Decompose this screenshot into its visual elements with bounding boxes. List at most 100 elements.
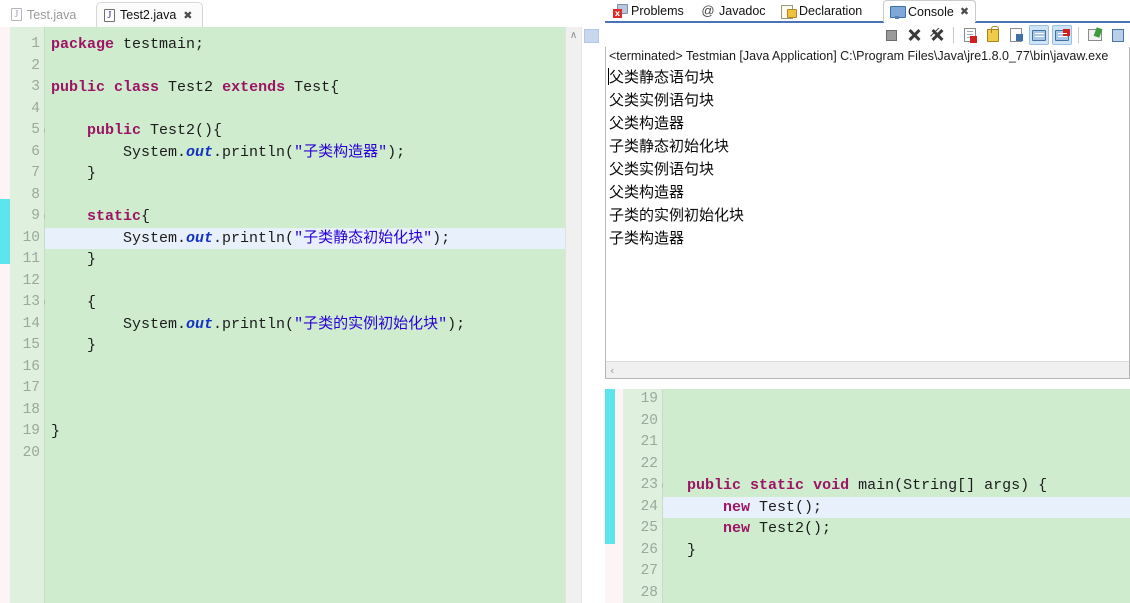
code-line[interactable] bbox=[45, 271, 600, 293]
editor-tab-bar: Test.java Test2.java ✖ bbox=[0, 0, 600, 27]
chevron-up-icon[interactable]: ∧ bbox=[566, 31, 581, 41]
line-number: 10 bbox=[22, 229, 40, 246]
scroll-lock-icon bbox=[987, 25, 999, 42]
terminate-button[interactable] bbox=[881, 25, 901, 45]
java-file-icon bbox=[104, 8, 115, 23]
source-editor-test-main[interactable]: 19 20 21 22 23 24 25 26 27 28 public static void … bbox=[605, 389, 1130, 603]
tab-javadoc[interactable]: @ Javadoc bbox=[695, 0, 772, 22]
code-line[interactable]: static{ bbox=[45, 206, 600, 228]
word-wrap-button[interactable] bbox=[1006, 25, 1026, 45]
pin-console-button[interactable] bbox=[1085, 25, 1105, 45]
code-line[interactable]: System.out.println("子类静态初始化块"); bbox=[45, 227, 600, 249]
line-number: 16 bbox=[22, 358, 40, 375]
code-line[interactable] bbox=[663, 583, 1130, 603]
line-number: 1 bbox=[31, 36, 40, 52]
editor-tab-label: Test2.java bbox=[120, 8, 177, 22]
source-editor-test2[interactable]: 1 2 3 4 5 6 7 8 9 10 11 12 13 14 15 16 17 18 19 20 package … bbox=[0, 27, 600, 603]
overview-marker bbox=[584, 29, 599, 43]
code-line[interactable] bbox=[663, 411, 1130, 433]
code-line[interactable]: package testmain; bbox=[45, 34, 600, 56]
code-line[interactable] bbox=[45, 99, 600, 121]
code-line[interactable] bbox=[663, 454, 1130, 476]
editor-vertical-scrollbar[interactable]: ∧ bbox=[565, 27, 581, 603]
line-number: 25 bbox=[640, 520, 658, 536]
code-line[interactable] bbox=[45, 443, 600, 465]
code-line[interactable]: System.out.println("子类的实例初始化块"); bbox=[45, 314, 600, 336]
line-number: 5 bbox=[10, 120, 53, 142]
close-icon[interactable]: ✖ bbox=[960, 6, 969, 17]
toolbar-separator bbox=[953, 27, 954, 43]
code-line[interactable]: } bbox=[663, 540, 1130, 562]
editor-code-area[interactable]: public static void main(String[] args) {… bbox=[663, 389, 1130, 603]
editor-marker-column[interactable] bbox=[0, 27, 10, 603]
code-line[interactable]: public static void main(String[] args) { bbox=[663, 475, 1130, 497]
line-number: 22 bbox=[640, 455, 658, 472]
tab-problems[interactable]: Problems bbox=[607, 0, 690, 22]
line-number: 13 bbox=[10, 292, 53, 314]
code-line[interactable] bbox=[45, 400, 600, 422]
console-line: 父类静态语句块 bbox=[609, 68, 715, 86]
code-line[interactable]: public Test2(){ bbox=[45, 120, 600, 142]
editor-code-area[interactable]: package testmain; public class Test2 exte… bbox=[45, 27, 600, 603]
clear-console-icon bbox=[964, 28, 977, 43]
chevron-left-icon[interactable]: ‹ bbox=[610, 363, 614, 378]
tab-label: Declaration bbox=[799, 4, 863, 18]
code-line[interactable]: System.out.println("子类构造器"); bbox=[45, 142, 600, 164]
console-output-lines: 父类静态语句块 父类实例语句块 父类构造器 子类静态初始化块 父类实例语句块 父类构造器子… bbox=[609, 66, 1129, 250]
change-marker-bar bbox=[0, 199, 10, 264]
tab-label: Console bbox=[908, 4, 954, 19]
console-icon bbox=[890, 5, 906, 19]
code-line[interactable] bbox=[45, 185, 600, 207]
code-line[interactable]: { bbox=[45, 292, 600, 314]
tab-label: Problems bbox=[631, 4, 684, 18]
code-line[interactable]: } bbox=[45, 421, 600, 443]
console-output-view[interactable]: <terminated> Testmian [Java Application]… bbox=[605, 47, 1130, 379]
tab-label: Javadoc bbox=[719, 4, 766, 18]
line-number: 2 bbox=[31, 57, 40, 74]
line-number: 3 bbox=[31, 79, 40, 95]
toolbar-separator bbox=[1078, 27, 1079, 43]
line-number: 19 bbox=[22, 423, 40, 439]
tab-declaration[interactable]: Declaration bbox=[775, 0, 868, 22]
editor-marker-column[interactable] bbox=[605, 389, 623, 603]
editor-tab-test-java[interactable]: Test.java bbox=[4, 2, 85, 27]
line-number: 7 bbox=[31, 165, 40, 181]
code-line[interactable] bbox=[663, 561, 1130, 583]
code-line[interactable]: } bbox=[45, 163, 600, 185]
editor-tab-test2-java[interactable]: Test2.java ✖ bbox=[96, 2, 203, 27]
line-number: 20 bbox=[22, 444, 40, 461]
eclipse-ide-window: Test.java Test2.java ✖ 12345678910111213… bbox=[0, 0, 1130, 603]
console-err-icon bbox=[1055, 28, 1070, 41]
code-line[interactable]: } bbox=[45, 335, 600, 357]
line-number: 4 bbox=[31, 100, 40, 117]
scroll-lock-button[interactable] bbox=[983, 25, 1003, 45]
line-number: 11 bbox=[22, 251, 40, 267]
code-line[interactable] bbox=[45, 378, 600, 400]
close-icon[interactable]: ✖ bbox=[183, 10, 192, 21]
line-number: 15 bbox=[22, 337, 40, 353]
console-toolbar bbox=[881, 23, 1128, 47]
remove-launch-button[interactable] bbox=[904, 25, 924, 45]
editor-overview-ruler[interactable] bbox=[581, 27, 600, 603]
show-console-on-output-button[interactable] bbox=[1029, 25, 1049, 45]
code-line[interactable] bbox=[663, 389, 1130, 411]
remove-all-terminated-button[interactable] bbox=[927, 25, 947, 45]
code-line[interactable]: } bbox=[45, 249, 600, 271]
stop-square-icon bbox=[885, 29, 897, 41]
tab-console[interactable]: Console ✖ bbox=[883, 0, 977, 24]
code-line[interactable] bbox=[663, 432, 1130, 454]
line-number: 24 bbox=[640, 498, 658, 515]
code-line[interactable]: public class Test2 extends Test{ bbox=[45, 77, 600, 99]
code-line[interactable] bbox=[45, 56, 600, 78]
line-number: 17 bbox=[22, 380, 40, 396]
code-line[interactable]: new Test2(); bbox=[663, 518, 1130, 540]
display-selected-console-button[interactable] bbox=[1108, 25, 1128, 45]
line-number: 26 bbox=[640, 541, 658, 558]
console-horizontal-scrollbar[interactable]: ‹ bbox=[606, 361, 1129, 378]
clear-console-button[interactable] bbox=[960, 25, 980, 45]
code-line[interactable] bbox=[45, 357, 600, 379]
code-line[interactable]: new Test(); bbox=[663, 496, 1130, 518]
show-console-on-error-button[interactable] bbox=[1052, 25, 1072, 45]
console-line: 子类静态初始化块 bbox=[609, 137, 730, 155]
editor-line-number-gutter: 19 20 21 22 23 24 25 26 27 28 bbox=[623, 389, 671, 603]
